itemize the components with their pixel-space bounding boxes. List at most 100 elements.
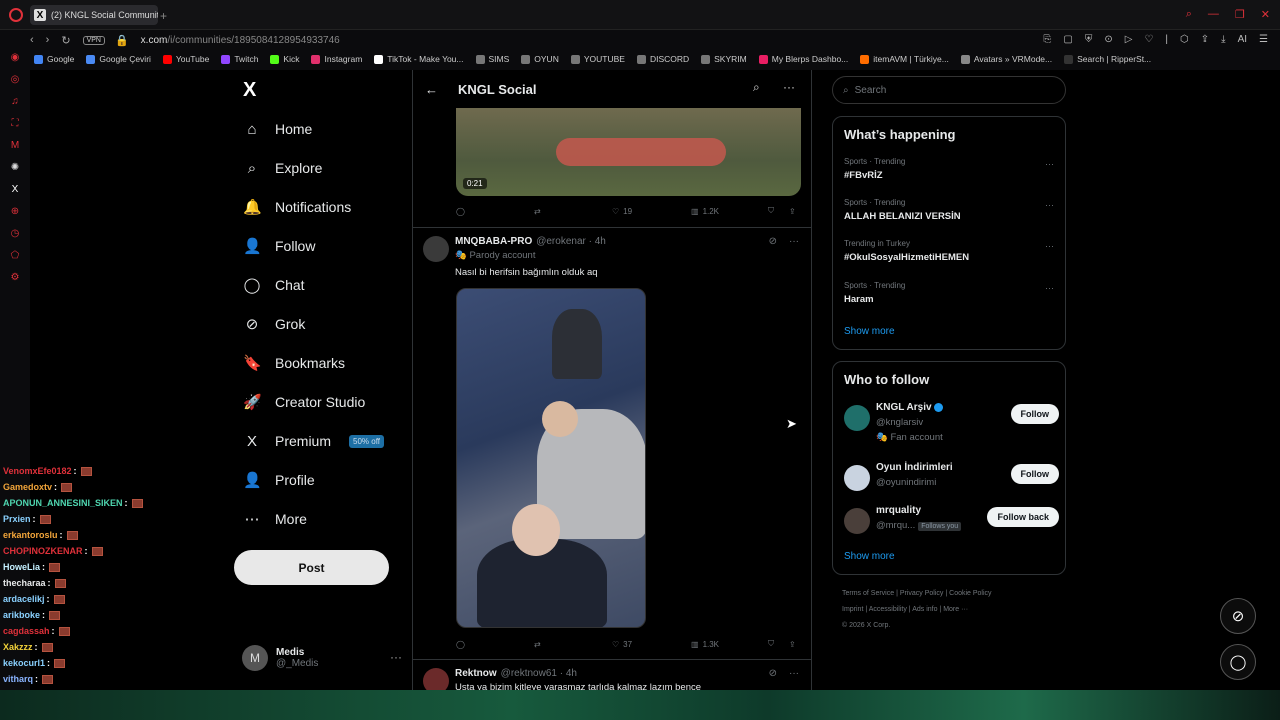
nav-item-explore[interactable]: ⌕ Explore	[243, 149, 323, 187]
download-icon[interactable]: ⤓	[1221, 34, 1225, 45]
bookmark-item[interactable]: Google	[34, 54, 74, 64]
back-nav-icon[interactable]: ‹	[30, 34, 34, 46]
avatar[interactable]	[423, 236, 449, 262]
shield-icon[interactable]: ⛨	[1085, 34, 1093, 45]
footer-link[interactable]: Ads info	[912, 606, 937, 613]
trend-more-icon[interactable]: ···	[1045, 241, 1054, 251]
grok-icon[interactable]: ⊘	[769, 236, 777, 247]
grok-float-button[interactable]: ⊘	[1220, 598, 1256, 634]
bookmark-item[interactable]: Kick	[270, 54, 299, 64]
share-icon[interactable]: ⇪	[789, 207, 796, 216]
bookmark-item[interactable]: YouTube	[162, 54, 209, 64]
bookmark-item[interactable]: DISCORD	[636, 54, 689, 64]
footer-link[interactable]: More ···	[943, 606, 968, 613]
bookmark-item[interactable]: SKYRIM	[701, 54, 747, 64]
post-more-icon[interactable]: ···	[789, 236, 799, 247]
share-icon[interactable]: ⇪	[789, 640, 796, 649]
play-icon[interactable]: ▷	[1125, 34, 1133, 45]
whatsapp-icon[interactable]: ◉	[11, 52, 20, 63]
show-more-link[interactable]: Show more	[844, 326, 895, 337]
bookmark-item[interactable]: Avatars » VRMode...	[960, 54, 1052, 64]
more-icon[interactable]: ···	[783, 80, 795, 94]
nav-item-home[interactable]: ⌂ Home	[243, 110, 312, 148]
nav-item-bookmarks[interactable]: 🔖 Bookmarks	[243, 344, 345, 382]
reload-icon[interactable]: ↻	[61, 34, 70, 47]
nav-item-creator-studio[interactable]: 🚀 Creator Studio	[243, 383, 365, 421]
follow-suggestion[interactable]: KNGL Arşiv @knglarsiv 🎭 Fan account Follow	[844, 400, 1059, 443]
nav-item-chat[interactable]: ◯ Chat	[243, 266, 305, 304]
x-logo-icon[interactable]: X	[243, 79, 256, 102]
bookmark-item[interactable]: Search | RipperSt...	[1064, 54, 1151, 64]
bookmark-icon[interactable]: ⛉	[768, 206, 774, 216]
nav-item-grok[interactable]: ⊘ Grok	[243, 305, 306, 343]
minimize-button[interactable]: —	[1208, 8, 1219, 21]
author-name[interactable]: MNQBABA-PRO	[455, 236, 532, 247]
url-field[interactable]: x.com/i/communities/1895084128954933746	[141, 35, 340, 46]
search-tabs-icon[interactable]: ⌕	[1186, 8, 1192, 21]
views-button[interactable]: ▥ 1.3K	[691, 640, 719, 649]
settings-icon[interactable]: ⚙	[11, 272, 20, 283]
like-button[interactable]: ♡ 37	[612, 640, 632, 649]
bookmark-item[interactable]: My Blerps Dashbo...	[758, 54, 848, 64]
more-dots-icon[interactable]: ···	[390, 650, 402, 664]
menu-icon[interactable]: ☰	[1259, 34, 1268, 45]
screenshot-icon[interactable]: ▢	[1063, 34, 1072, 45]
repost-icon[interactable]: ⇄	[534, 207, 541, 216]
post-more-icon[interactable]: ···	[789, 668, 799, 679]
video-player[interactable]: 0:21	[456, 108, 801, 196]
mail-icon[interactable]: M	[11, 140, 19, 151]
chatgpt-icon[interactable]: ✺	[11, 162, 19, 173]
show-more-link[interactable]: Show more	[844, 551, 895, 562]
nav-item-more[interactable]: ⋯ More	[243, 500, 307, 538]
nav-item-profile[interactable]: 👤 Profile	[243, 461, 315, 499]
bookmark-item[interactable]: YOUTUBE	[570, 54, 625, 64]
browser-tab-active[interactable]: X (2) KNGL Social Communit	[30, 5, 158, 25]
search-icon[interactable]: ⌕	[753, 80, 760, 95]
grok-icon[interactable]: ⊘	[769, 668, 777, 679]
search-input[interactable]: ⌕ Search	[832, 76, 1066, 104]
maximize-button[interactable]: ❐	[1235, 8, 1245, 21]
footer-link[interactable]: Privacy Policy	[900, 590, 944, 597]
follow-button[interactable]: Follow back	[987, 507, 1059, 527]
bookmark-item[interactable]: itemAVM | Türkiye...	[860, 54, 949, 64]
footer-link[interactable]: Cookie Policy	[949, 590, 991, 597]
new-tab-button[interactable]: +	[160, 9, 167, 23]
trend-more-icon[interactable]: ···	[1045, 159, 1054, 169]
follow-button[interactable]: Follow	[1010, 464, 1059, 484]
footer-link[interactable]: Accessibility	[869, 606, 907, 613]
bookmark-icon[interactable]: ⛉	[768, 639, 774, 649]
bookmark-item[interactable]: TikTok - Make You...	[374, 54, 464, 64]
camera-icon[interactable]: ⊙	[1104, 34, 1112, 45]
vpn-badge[interactable]: VPN	[82, 35, 105, 45]
opera-logo-icon[interactable]	[9, 8, 23, 22]
repost-icon[interactable]: ⇄	[534, 640, 541, 649]
post-button[interactable]: Post	[234, 550, 389, 585]
share-icon[interactable]: ⇪	[1201, 34, 1209, 45]
footer-link[interactable]: Imprint	[842, 606, 863, 613]
nav-item-follow[interactable]: 👤 Follow	[243, 227, 315, 265]
trend-more-icon[interactable]: ···	[1045, 283, 1054, 293]
trend-item[interactable]: Sports · Trending Haram ···	[844, 281, 1054, 305]
trend-item[interactable]: Sports · Trending #FBvRİZ ···	[844, 157, 1054, 181]
trend-item[interactable]: Trending in Turkey #OkulSosyalHizmetiHEME…	[844, 239, 1054, 263]
like-button[interactable]: ♡ 19	[612, 207, 632, 216]
history-icon[interactable]: ⊕	[11, 206, 19, 217]
reply-icon[interactable]: ◯	[456, 207, 465, 216]
pinboard-icon[interactable]: ⬠	[11, 250, 20, 261]
views-button[interactable]: ▥ 1.2K	[691, 207, 719, 216]
bookmark-item[interactable]: Instagram	[311, 54, 362, 64]
extensions-icon[interactable]: ⬡	[1180, 34, 1189, 45]
bookmark-item[interactable]: OYUN	[521, 54, 559, 64]
account-switcher[interactable]: M Medis @_Medis ···	[242, 642, 402, 674]
back-arrow-icon[interactable]: ←	[425, 82, 438, 97]
post-image[interactable]	[456, 288, 646, 628]
close-window-button[interactable]: ✕	[1261, 8, 1270, 21]
nav-item-premium[interactable]: X Premium 50% off	[243, 422, 384, 460]
trend-item[interactable]: Sports · Trending ALLAH BELANIZI VERSİN ··…	[844, 198, 1054, 222]
bookmark-page-icon[interactable]: ⎘	[1043, 34, 1051, 45]
bookmark-item[interactable]: Google Çeviri	[86, 54, 151, 64]
heart-icon[interactable]: ♡	[1144, 34, 1153, 45]
messages-float-button[interactable]: ◯	[1220, 644, 1256, 680]
clock-icon[interactable]: ◷	[11, 228, 20, 239]
bookmark-item[interactable]: Twitch	[221, 54, 258, 64]
